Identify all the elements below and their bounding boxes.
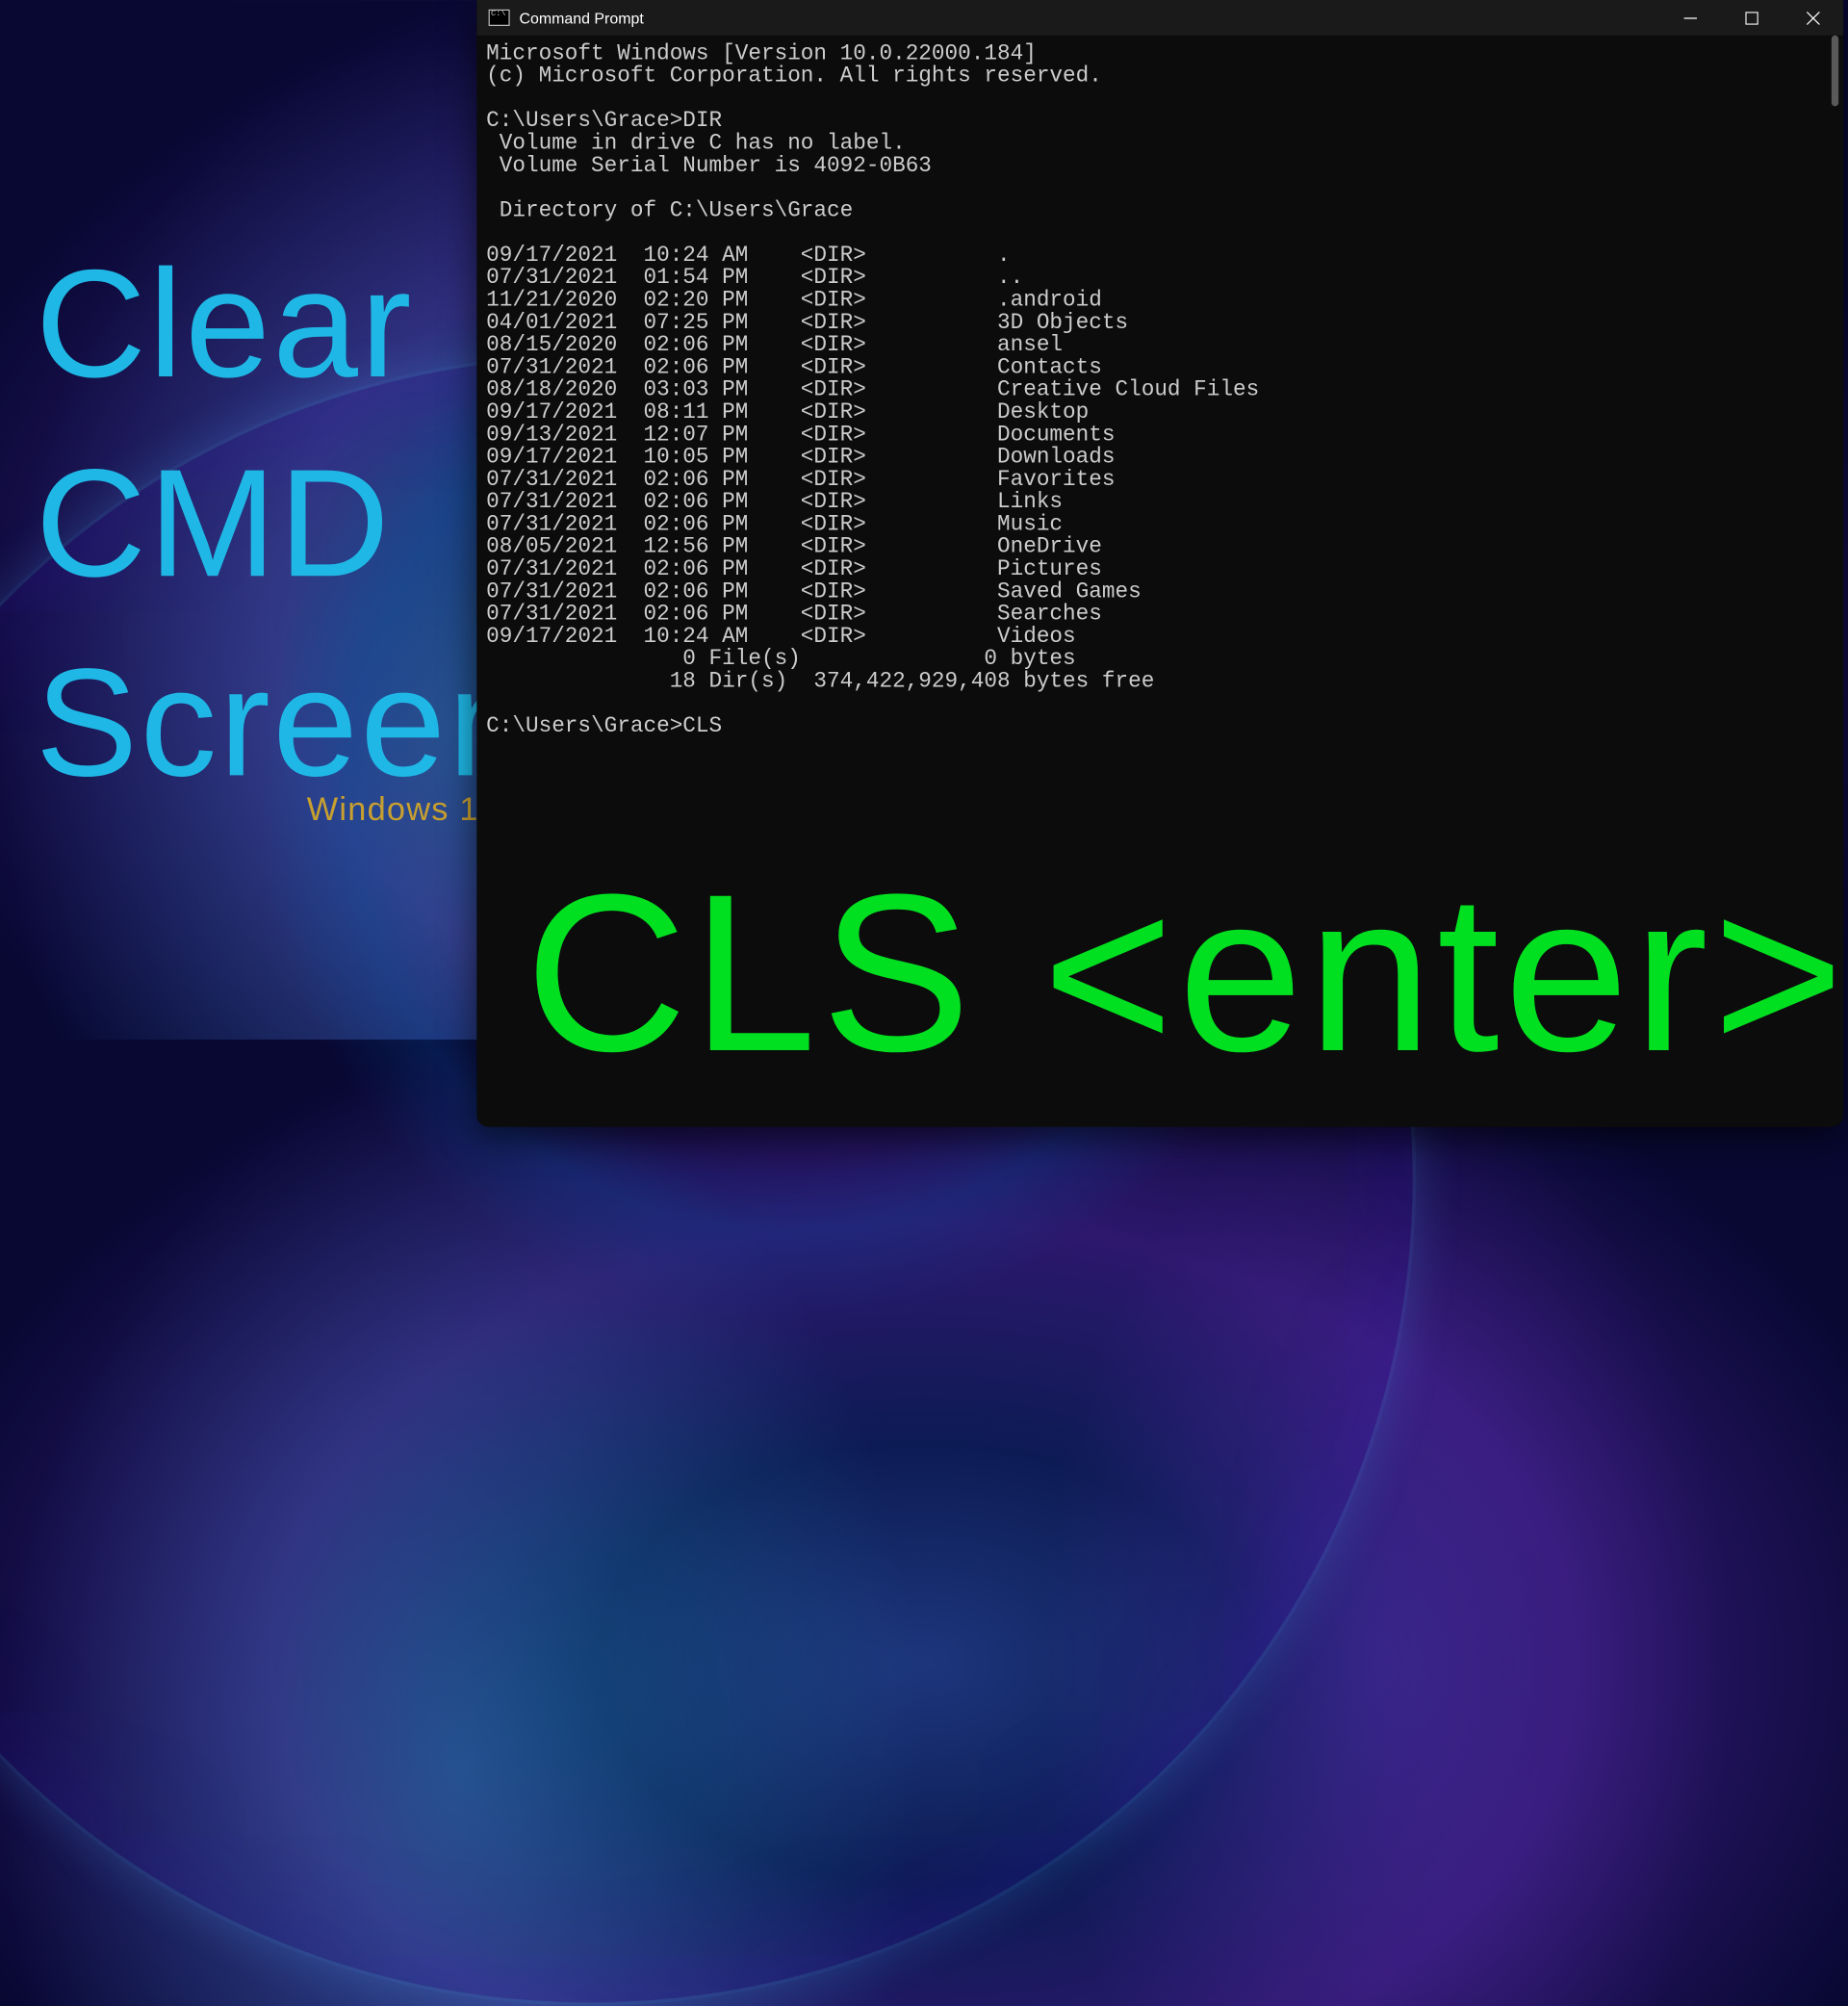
- overlay-line-2: CMD: [36, 424, 536, 623]
- scrollbar-thumb[interactable]: [1832, 36, 1838, 107]
- cmd-icon: [489, 10, 510, 26]
- close-button[interactable]: [1782, 0, 1843, 36]
- tutorial-title: Clear CMD Screen: [36, 224, 536, 823]
- window-title: Command Prompt: [519, 9, 1658, 26]
- tutorial-subtitle: Windows 11: [307, 790, 497, 828]
- minimize-button[interactable]: [1659, 0, 1721, 36]
- overlay-line-1: Clear: [36, 224, 536, 424]
- terminal-text: Microsoft Windows [Version 10.0.22000.18…: [486, 41, 1259, 738]
- tutorial-command-overlay: CLS <enter>: [526, 862, 1848, 1086]
- titlebar[interactable]: Command Prompt: [476, 0, 1843, 36]
- maximize-button[interactable]: [1721, 0, 1783, 36]
